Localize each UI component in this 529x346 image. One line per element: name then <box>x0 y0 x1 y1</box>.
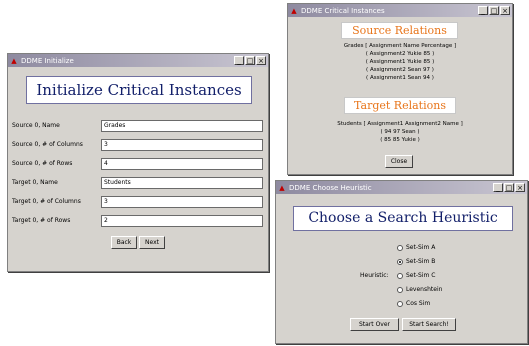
radio-label: Levenshtein <box>406 286 443 293</box>
target-columns-label: Target 0, # of Columns <box>12 198 81 205</box>
heuristic-titlebar[interactable]: ▲ DDME Choose Heuristic _ □ × <box>276 181 527 194</box>
radio-set-sim-a[interactable]: Set-Sim A <box>397 244 435 251</box>
critical-titlebar[interactable]: ▲ DDME Critical Instances _ □ × <box>288 4 512 17</box>
target-rows-field[interactable]: 2 <box>101 215 263 227</box>
target-relations-heading: Target Relations <box>344 97 456 114</box>
source-relations-heading: Source Relations <box>341 22 458 39</box>
start-search-button[interactable]: Start Search! <box>402 318 456 331</box>
radio-label: Set-Sim C <box>406 272 436 279</box>
close-button[interactable]: × <box>256 56 266 65</box>
close-button[interactable]: × <box>500 6 510 15</box>
source-columns-field[interactable]: 3 <box>101 139 263 151</box>
maximize-button[interactable]: □ <box>504 183 514 192</box>
source-rows-label: Source 0, # of Rows <box>12 160 73 167</box>
radio-button-icon <box>397 286 403 293</box>
source-relation-line: ( Assignment2 Sean 97 ) <box>366 67 434 73</box>
close-button[interactable]: × <box>515 183 525 192</box>
radio-set-sim-c[interactable]: Set-Sim C <box>397 272 435 279</box>
radio-button-icon <box>397 272 403 279</box>
choose-heuristic-window: ▲ DDME Choose Heuristic _ □ × Choose a S… <box>275 180 528 344</box>
radio-label: Cos Sim <box>406 300 431 307</box>
source-relation-line: Grades [ Assignment Name Percentage ] <box>343 43 457 49</box>
source-name-label: Source 0, Name <box>12 122 60 129</box>
page-title: Initialize Critical Instances <box>26 76 252 104</box>
target-relation-line: ( 85 85 Yukie ) <box>380 137 420 143</box>
page-title: Choose a Search Heuristic <box>293 206 513 231</box>
radio-label: Set-Sim B <box>406 258 436 265</box>
target-columns-field[interactable]: 3 <box>101 196 263 208</box>
minimize-button[interactable]: _ <box>493 183 503 192</box>
window-title: DDME Critical Instances <box>301 6 385 15</box>
radio-button-selected-icon <box>397 258 403 265</box>
source-relation-line: ( Assignment1 Sean 94 ) <box>366 75 434 81</box>
target-relation-line: ( 94 97 Sean ) <box>380 129 420 135</box>
close-dialog-button[interactable]: Close <box>385 155 413 168</box>
maximize-button[interactable]: □ <box>489 6 499 15</box>
radio-button-icon <box>397 300 403 307</box>
radio-levenshtein[interactable]: Levenshtein <box>397 286 442 293</box>
source-name-field[interactable]: Grades <box>101 120 263 132</box>
next-button[interactable]: Next <box>139 236 165 249</box>
maximize-button[interactable]: □ <box>245 56 255 65</box>
back-button[interactable]: Back <box>111 236 137 249</box>
app-icon: ▲ <box>291 6 297 15</box>
radio-button-icon <box>397 244 403 251</box>
source-rows-field[interactable]: 4 <box>101 158 263 170</box>
initialize-window: ▲ DDME Initialize _ □ × Initialize Criti… <box>7 53 269 272</box>
start-over-button[interactable]: Start Over <box>350 318 399 331</box>
source-relation-line: ( Assignment1 Yukie 85 ) <box>365 59 435 65</box>
target-relation-line: Students [ Assignment1 Assignment2 Name … <box>337 121 463 127</box>
minimize-button[interactable]: _ <box>478 6 488 15</box>
heuristic-label: Heuristic: <box>360 272 389 279</box>
target-name-label: Target 0, Name <box>12 179 58 186</box>
app-icon: ▲ <box>11 56 17 65</box>
app-icon: ▲ <box>279 183 285 192</box>
window-title: DDME Choose Heuristic <box>289 183 372 192</box>
source-columns-label: Source 0, # of Columns <box>12 141 83 148</box>
minimize-button[interactable]: _ <box>234 56 244 65</box>
critical-instances-window: ▲ DDME Critical Instances _ □ × Source R… <box>287 3 513 175</box>
window-title: DDME Initialize <box>21 56 74 65</box>
radio-cos-sim[interactable]: Cos Sim <box>397 300 430 307</box>
radio-label: Set-Sim A <box>406 244 436 251</box>
initialize-titlebar[interactable]: ▲ DDME Initialize _ □ × <box>8 54 268 67</box>
target-name-field[interactable]: Students <box>101 177 263 189</box>
radio-set-sim-b[interactable]: Set-Sim B <box>397 258 435 265</box>
target-rows-label: Target 0, # of Rows <box>12 217 71 224</box>
source-relation-line: ( Assignment2 Yukie 85 ) <box>365 51 435 57</box>
